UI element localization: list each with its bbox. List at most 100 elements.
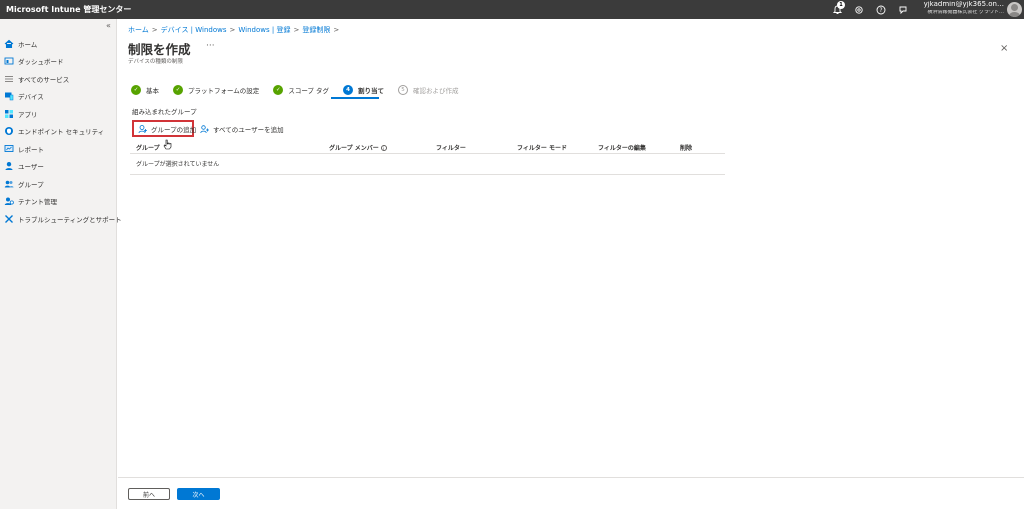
apps-icon <box>4 109 14 119</box>
breadcrumb-enrollment-restrictions[interactable]: 登録制限 <box>302 26 330 34</box>
previous-button[interactable]: 前へ <box>128 488 170 500</box>
sidebar-item-devices[interactable]: デバイス <box>0 88 117 106</box>
user-icon <box>4 161 14 171</box>
sidebar-item-all-services[interactable]: すべてのサービス <box>0 70 117 88</box>
step-label: プラットフォームの設定 <box>188 87 260 95</box>
check-icon: ✓ <box>131 85 141 95</box>
column-label: フィルター モード <box>517 145 567 152</box>
step-label: スコープ タグ <box>288 87 329 95</box>
sidebar-item-troubleshooting[interactable]: トラブルシューティングとサポート <box>0 210 122 228</box>
close-icon[interactable]: × <box>1000 43 1008 54</box>
sidebar-item-label: すべてのサービス <box>18 75 70 84</box>
main-content: ホーム > デバイス | Windows > Windows | 登録 > 登録制限 > 制限… <box>118 19 1024 509</box>
sidebar-item-label: トラブルシューティングとサポート <box>18 215 122 224</box>
breadcrumb: ホーム > デバイス | Windows > Windows | 登録 > 登録制限 > <box>128 25 342 35</box>
active-step-underline <box>331 97 379 99</box>
sidebar-item-label: ホーム <box>18 40 38 49</box>
dashboard-icon <box>4 56 14 66</box>
account-info[interactable]: yjkadmin@yjk365.on… 横浜情報機器株式会社 グラウド… <box>906 1 1004 15</box>
column-header-group-members[interactable]: グループ メンバー i <box>329 143 387 152</box>
step-assignments[interactable]: 4 割り当て <box>343 85 384 95</box>
wizard-footer: 前へ 次へ <box>118 477 1024 509</box>
next-button[interactable]: 次へ <box>177 488 220 500</box>
step-scope-tags[interactable]: ✓ スコープ タグ <box>273 85 329 95</box>
add-all-users-label: すべてのユーザーを追加 <box>213 126 284 134</box>
column-label: フィルターの編集 <box>598 145 646 152</box>
sidebar-item-dashboard[interactable]: ダッシュボード <box>0 53 117 71</box>
breadcrumb-separator: > <box>293 26 300 34</box>
column-header-group[interactable]: グループ <box>136 143 160 152</box>
column-label: 削除 <box>680 145 693 152</box>
sidebar-item-endpoint-security[interactable]: エンドポイント セキュリティ <box>0 123 117 141</box>
help-icon[interactable]: ? <box>870 2 892 17</box>
app-title[interactable]: Microsoft Intune 管理センター <box>0 4 131 15</box>
empty-table-message: グループが選択されていません <box>130 154 725 175</box>
wizard-steps: ✓ 基本 ✓ プラットフォームの設定 ✓ スコープ タグ 4 割り当て 5 確認… <box>131 85 459 99</box>
sidebar-item-users[interactable]: ユーザー <box>0 158 117 176</box>
home-icon <box>4 39 14 49</box>
sidebar-item-label: エンドポイント セキュリティ <box>18 128 105 137</box>
sidebar-item-apps[interactable]: アプリ <box>0 105 117 123</box>
included-groups-title: 組み込まれたグループ <box>132 108 197 116</box>
table-header: グループ グループ メンバー i フィルター フィルター モード フィルターの編集… <box>130 140 725 154</box>
devices-icon <box>4 91 14 101</box>
sidebar-item-label: テナント管理 <box>18 198 57 207</box>
top-bar: Microsoft Intune 管理センター 1 ? yjkadmin@yjk… <box>0 0 1024 19</box>
sidebar-item-tenant-admin[interactable]: テナント管理 <box>0 193 117 211</box>
sidebar-item-home[interactable]: ホーム <box>0 35 117 53</box>
column-label: グループ メンバー <box>329 145 379 152</box>
avatar[interactable] <box>1007 2 1022 17</box>
page-subtitle: デバイスの種類の制限 <box>128 59 183 65</box>
sidebar-item-label: グループ <box>18 180 44 189</box>
add-groups-label: グループの追加 <box>151 125 197 134</box>
sidebar-item-label: ユーザー <box>18 163 44 172</box>
step-platform-settings[interactable]: ✓ プラットフォームの設定 <box>173 85 259 95</box>
breadcrumb-home[interactable]: ホーム <box>128 26 149 34</box>
sidebar-item-groups[interactable]: グループ <box>0 175 117 193</box>
column-header-filter[interactable]: フィルター <box>436 143 466 152</box>
sidebar-item-label: レポート <box>18 145 44 154</box>
sidebar-nav: ホーム ダッシュボード すべてのサービス デバイス アプリ エンドポイント セキ… <box>0 35 122 228</box>
sidebar-item-reports[interactable]: レポート <box>0 140 117 158</box>
step-number: 4 <box>343 85 353 95</box>
notification-badge: 1 <box>837 1 845 9</box>
sidebar-item-label: アプリ <box>18 110 38 119</box>
step-label: 割り当て <box>358 87 384 95</box>
step-basics[interactable]: ✓ 基本 <box>131 85 159 95</box>
add-users-icon <box>200 124 210 134</box>
column-header-filter-mode[interactable]: フィルター モード <box>517 143 567 152</box>
column-header-edit-filter[interactable]: フィルターの編集 <box>598 143 646 152</box>
check-icon: ✓ <box>273 85 284 95</box>
column-label: グループ <box>136 145 160 152</box>
groups-table: グループ グループ メンバー i フィルター フィルター モード フィルターの編集… <box>130 140 725 175</box>
more-options-icon[interactable]: ··· <box>206 41 215 51</box>
column-header-remove[interactable]: 削除 <box>680 143 692 152</box>
breadcrumb-separator: > <box>229 26 236 34</box>
step-review-create[interactable]: 5 確認および作成 <box>398 85 459 95</box>
check-icon: ✓ <box>173 85 183 95</box>
notifications-icon[interactable]: 1 <box>826 1 848 17</box>
shield-icon <box>4 126 14 136</box>
account-user: yjkadmin@yjk365.on… <box>923 1 1004 8</box>
step-number: 5 <box>398 85 408 95</box>
page-title: 制限を作成 <box>128 42 191 57</box>
svg-text:?: ? <box>879 7 882 14</box>
breadcrumb-devices-windows[interactable]: デバイス | Windows <box>161 26 227 34</box>
add-all-users-button[interactable]: すべてのユーザーを追加 <box>200 122 284 136</box>
breadcrumb-separator: > <box>333 26 340 34</box>
account-org: 横浜情報機器株式会社 グラウド… <box>927 10 1004 15</box>
report-icon <box>4 144 14 154</box>
step-label: 確認および作成 <box>413 87 459 95</box>
sidebar-item-label: ダッシュボード <box>18 58 64 67</box>
group-icon <box>4 179 14 189</box>
settings-icon[interactable] <box>848 2 870 17</box>
list-icon <box>4 74 14 84</box>
breadcrumb-separator: > <box>151 26 158 34</box>
breadcrumb-windows-enrollment[interactable]: Windows | 登録 <box>238 26 290 34</box>
top-icons: 1 ? <box>826 1 914 17</box>
info-icon[interactable]: i <box>380 144 387 151</box>
sidebar: « ホーム ダッシュボード すべてのサービス デバイス アプリ エンドポイント … <box>0 19 122 509</box>
collapse-sidebar-icon[interactable]: « <box>106 21 111 30</box>
step-label: 基本 <box>146 87 159 95</box>
tenant-icon <box>4 196 14 206</box>
